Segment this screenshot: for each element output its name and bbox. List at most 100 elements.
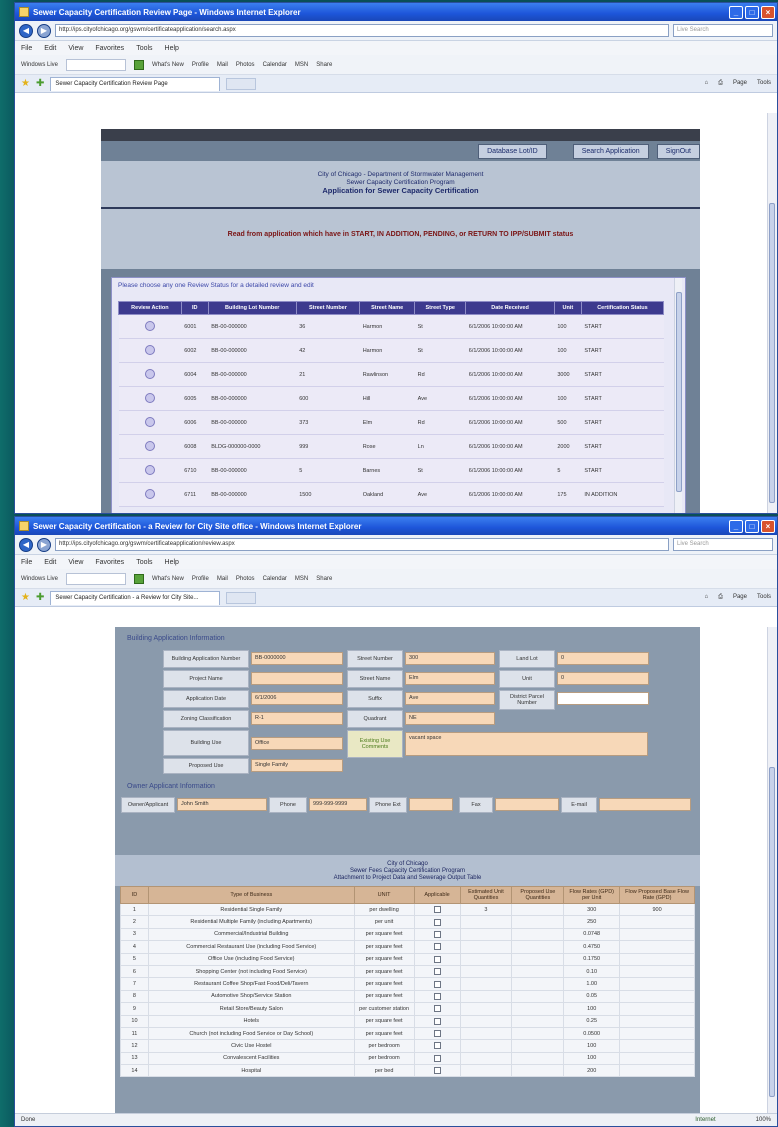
url-input[interactable]: http://ips.cityofchicago.org/gswm/certif… <box>55 24 669 37</box>
field-zoning[interactable]: R-1 <box>251 712 343 725</box>
link-mail[interactable]: Mail <box>217 62 228 68</box>
applicable-checkbox[interactable] <box>433 1030 441 1038</box>
field-app-date[interactable]: 6/1/2006 <box>251 692 343 705</box>
applicable-checkbox[interactable] <box>433 1005 441 1013</box>
window-scroll-thumb[interactable] <box>769 203 775 503</box>
menu-tools[interactable]: Tools <box>136 45 152 52</box>
field-land-lot[interactable]: 0 <box>557 652 649 665</box>
link-whats-new[interactable]: What's New <box>152 62 184 68</box>
field-project-name[interactable] <box>251 672 343 685</box>
field-fax[interactable] <box>495 798 559 811</box>
link-share[interactable]: Share <box>316 62 332 68</box>
applicable-checkbox[interactable] <box>433 1042 441 1050</box>
applicable-checkbox[interactable] <box>433 992 441 1000</box>
link-profile[interactable]: Profile <box>192 62 209 68</box>
new-tab-button[interactable] <box>226 77 257 90</box>
menu-view[interactable]: View <box>68 45 83 52</box>
page-menu[interactable]: Page <box>733 80 747 87</box>
search-input[interactable]: Live Search <box>673 538 773 551</box>
go-icon[interactable] <box>134 573 145 584</box>
field-email[interactable] <box>599 798 691 811</box>
tools-menu[interactable]: Tools <box>757 594 771 601</box>
link-photos[interactable]: Photos <box>236 576 255 582</box>
applicable-checkbox[interactable] <box>433 906 441 914</box>
menu-favorites[interactable]: Favorites <box>95 559 124 566</box>
select-review-icon[interactable] <box>144 368 155 379</box>
print-icon[interactable]: ⎙ <box>718 594 723 601</box>
applicable-checkbox[interactable] <box>433 1054 441 1062</box>
menu-edit[interactable]: Edit <box>44 559 56 566</box>
panel-scrollbar[interactable] <box>674 278 682 513</box>
link-mail[interactable]: Mail <box>217 576 228 582</box>
select-review-icon[interactable] <box>144 488 155 499</box>
tools-menu[interactable]: Tools <box>757 80 771 87</box>
link-share[interactable]: Share <box>316 576 332 582</box>
field-proposed-use[interactable]: Single Family <box>251 759 343 772</box>
menu-tools[interactable]: Tools <box>136 559 152 566</box>
field-existing-use[interactable]: vacant space <box>405 732 648 756</box>
applicable-checkbox[interactable] <box>433 955 441 963</box>
select-review-icon[interactable] <box>144 344 155 355</box>
add-favorite-icon[interactable]: ✚ <box>36 78 44 89</box>
applicable-checkbox[interactable] <box>433 1067 441 1075</box>
field-bldg-app-num[interactable]: BB-0000000 <box>251 652 343 665</box>
link-msn[interactable]: MSN <box>295 576 308 582</box>
maximize-icon[interactable]: □ <box>745 519 759 533</box>
new-tab-button[interactable] <box>226 591 257 604</box>
applicable-checkbox[interactable] <box>433 943 441 951</box>
field-owner[interactable]: John Smith <box>177 798 267 811</box>
menu-help[interactable]: Help <box>165 45 179 52</box>
field-suffix[interactable]: Ave <box>405 692 495 705</box>
field-phone-ext[interactable] <box>409 798 453 811</box>
link-photos[interactable]: Photos <box>236 62 255 68</box>
back-icon[interactable]: ◀ <box>19 537 33 552</box>
menu-file[interactable]: File <box>21 45 32 52</box>
signout-button[interactable]: SignOut <box>656 144 700 159</box>
select-review-icon[interactable] <box>144 440 155 451</box>
search-input[interactable]: Live Search <box>673 24 773 37</box>
search-application-button[interactable]: Search Application <box>572 144 649 159</box>
home-icon[interactable]: ⌂ <box>705 80 709 87</box>
maximize-icon[interactable]: □ <box>745 5 759 19</box>
minimize-icon[interactable]: _ <box>729 519 743 533</box>
forward-icon[interactable]: ▶ <box>37 537 51 552</box>
link-profile[interactable]: Profile <box>192 576 209 582</box>
field-street-name[interactable]: Elm <box>405 672 495 685</box>
menu-edit[interactable]: Edit <box>44 45 56 52</box>
link-whats-new[interactable]: What's New <box>152 576 184 582</box>
close-icon[interactable]: × <box>761 5 775 19</box>
applicable-checkbox[interactable] <box>433 930 441 938</box>
home-icon[interactable]: ⌂ <box>705 594 709 601</box>
url-input[interactable]: http://ips.cityofchicago.org/gswm/certif… <box>55 538 669 551</box>
select-review-icon[interactable] <box>144 416 155 427</box>
field-phone[interactable]: 999-999-9999 <box>309 798 367 811</box>
field-building-use[interactable]: Office <box>251 737 343 750</box>
link-msn[interactable]: MSN <box>295 62 308 68</box>
favorites-star-icon[interactable]: ★ <box>21 592 30 603</box>
links-search-input[interactable] <box>66 572 127 585</box>
page-menu[interactable]: Page <box>733 594 747 601</box>
applicable-checkbox[interactable] <box>433 968 441 976</box>
database-lot-button[interactable]: Database Lot/ID <box>478 144 547 159</box>
window-scroll-thumb[interactable] <box>769 767 775 1097</box>
link-calendar[interactable]: Calendar <box>263 576 287 582</box>
back-icon[interactable]: ◀ <box>19 23 33 38</box>
forward-icon[interactable]: ▶ <box>37 23 51 38</box>
window-scrollbar[interactable] <box>767 627 777 1114</box>
links-search-input[interactable] <box>66 58 127 71</box>
applicable-checkbox[interactable] <box>433 1017 441 1025</box>
links-label[interactable]: Windows Live <box>21 62 58 68</box>
applicable-checkbox[interactable] <box>433 980 441 988</box>
menu-view[interactable]: View <box>68 559 83 566</box>
field-unit[interactable]: 0 <box>557 672 649 685</box>
tab-review-page[interactable]: Sewer Capacity Certification Review Page <box>50 76 221 91</box>
field-district[interactable] <box>557 692 649 705</box>
panel-scroll-thumb[interactable] <box>676 292 682 492</box>
menu-favorites[interactable]: Favorites <box>95 45 124 52</box>
menu-help[interactable]: Help <box>165 559 179 566</box>
menu-file[interactable]: File <box>21 559 32 566</box>
go-icon[interactable] <box>134 59 145 70</box>
zoom-level[interactable]: 100% <box>756 1117 771 1123</box>
links-label[interactable]: Windows Live <box>21 576 58 582</box>
favorites-star-icon[interactable]: ★ <box>21 78 30 89</box>
